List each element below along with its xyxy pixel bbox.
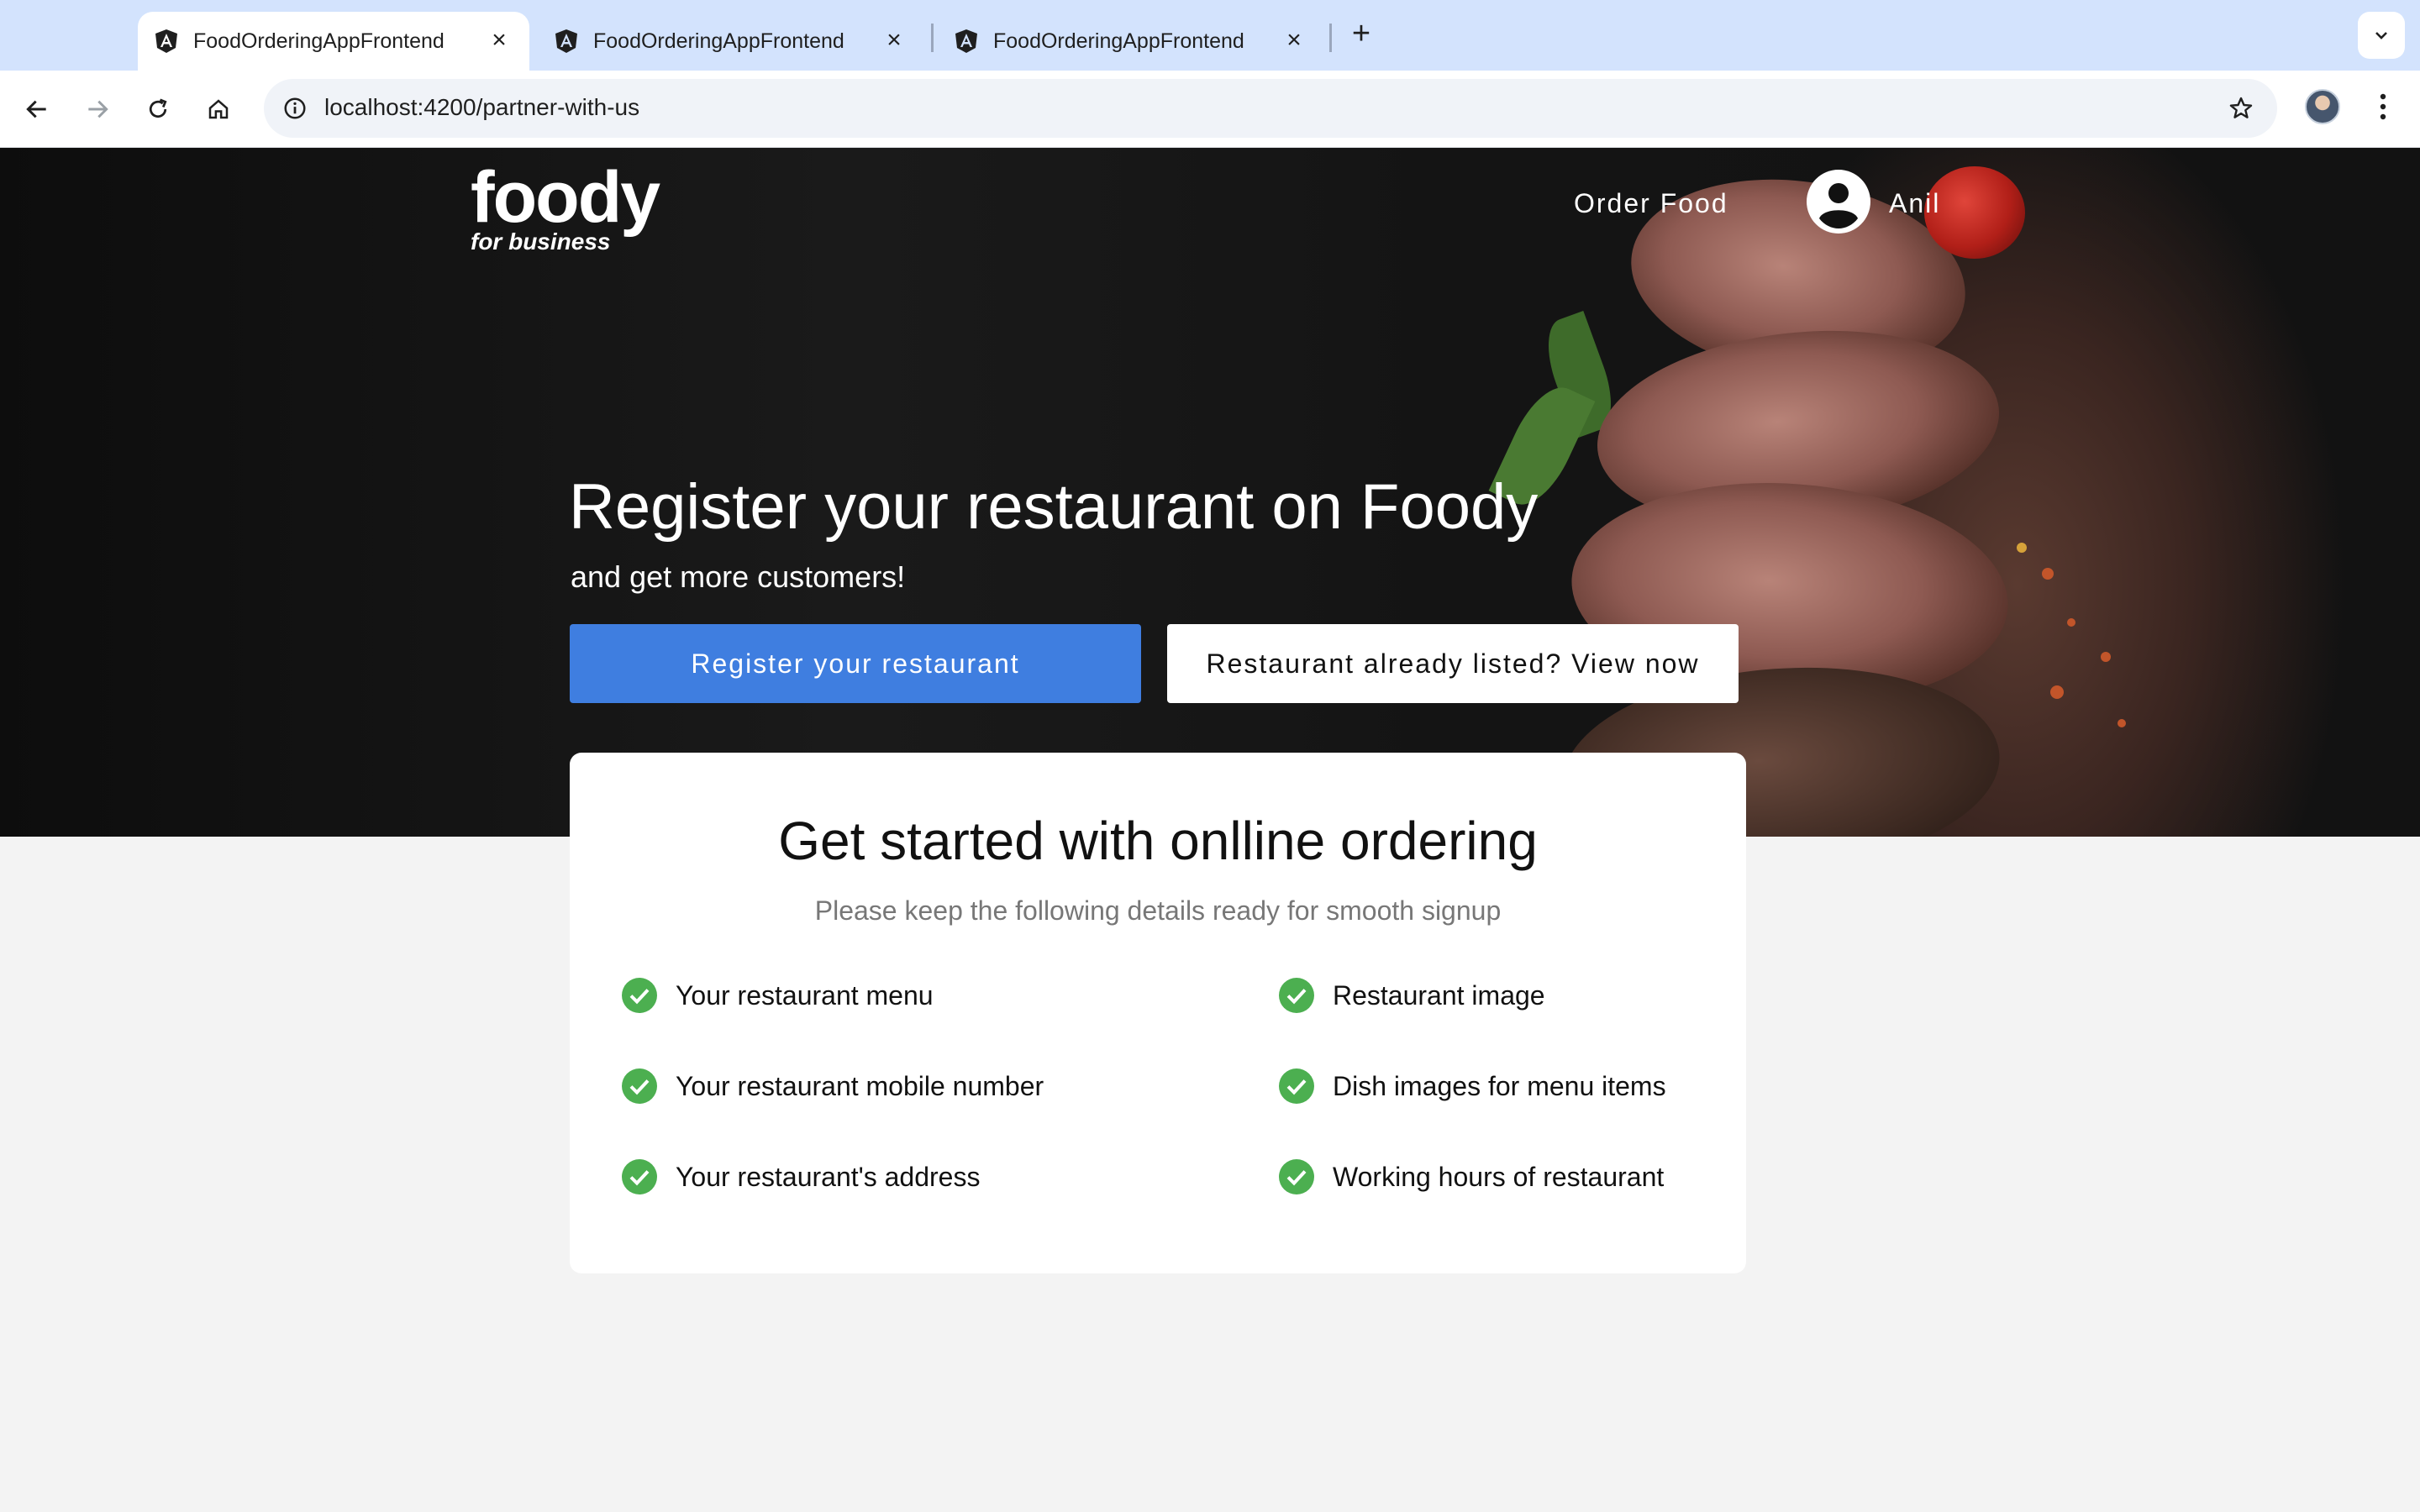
hero-title: Register your restaurant on Foody	[569, 471, 1539, 543]
browser-tabstrip: FoodOrderingAppFrontend × FoodOrderingAp…	[0, 0, 2420, 71]
card-subtitle: Please keep the following details ready …	[814, 895, 1502, 926]
check-circle-icon	[1279, 978, 1314, 1013]
checklist-item: Restaurant image	[1279, 978, 1545, 1013]
checklist-item-label: Your restaurant menu	[676, 979, 934, 1011]
more-vert-icon[interactable]	[2366, 86, 2400, 128]
food-decoration	[2017, 543, 2027, 553]
register-restaurant-button[interactable]: Register your restaurant	[570, 624, 1141, 703]
tab-title: FoodOrderingAppFrontend	[993, 29, 1244, 53]
food-decoration	[2050, 685, 2064, 699]
hero-subtitle: and get more customers!	[571, 559, 906, 594]
checklist-item: Your restaurant mobile number	[622, 1068, 1044, 1104]
chevron-down-icon[interactable]	[2358, 12, 2405, 59]
checklist-item-label: Restaurant image	[1333, 979, 1545, 1011]
card-title: Get started with onlline ordering	[778, 811, 1538, 871]
back-arrow-icon[interactable]	[13, 86, 60, 133]
checklist-item: Your restaurant menu	[622, 978, 934, 1013]
checklist-item: Your restaurant's address	[622, 1159, 980, 1194]
checklist-item-label: Your restaurant's address	[676, 1161, 981, 1192]
home-icon[interactable]	[195, 86, 242, 133]
check-circle-icon	[622, 978, 657, 1013]
browser-tab[interactable]: FoodOrderingAppFrontend ×	[938, 12, 1324, 71]
account-circle-icon[interactable]	[1807, 170, 1870, 234]
checklist-item: Working hours of restaurant	[1279, 1159, 1664, 1194]
foody-logo[interactable]: foody for business	[471, 157, 660, 255]
signup-info-card: Get started with onlline ordering Please…	[570, 753, 1746, 1273]
tab-separator	[931, 24, 934, 52]
star-icon[interactable]	[2222, 89, 2260, 128]
checklist-item-label: Your restaurant mobile number	[676, 1070, 1044, 1101]
browser-toolbar: localhost:4200/partner-with-us	[0, 71, 2420, 148]
info-icon[interactable]	[276, 89, 314, 128]
tab-title: FoodOrderingAppFrontend	[193, 29, 445, 53]
check-circle-icon	[622, 1068, 657, 1104]
checklist-item-label: Dish images for menu items	[1333, 1070, 1666, 1101]
close-icon[interactable]: ×	[879, 25, 909, 55]
logo-text: foody	[471, 157, 660, 238]
food-decoration	[2042, 568, 2054, 580]
close-icon[interactable]: ×	[484, 25, 514, 55]
browser-tab-active[interactable]: FoodOrderingAppFrontend ×	[138, 12, 529, 71]
browser-tab[interactable]: FoodOrderingAppFrontend ×	[538, 12, 924, 71]
angular-icon	[155, 29, 177, 53]
tab-separator	[1329, 24, 1332, 52]
food-decoration	[2067, 618, 2075, 627]
angular-icon	[955, 29, 977, 53]
url-text[interactable]: localhost:4200/partner-with-us	[324, 94, 639, 121]
plus-icon[interactable]: +	[1344, 15, 1378, 52]
angular-icon	[555, 29, 577, 53]
user-name[interactable]: Anil	[1889, 188, 1940, 219]
forward-arrow-icon[interactable]	[74, 86, 121, 133]
order-food-link[interactable]: Order Food	[1574, 188, 1728, 219]
checklist-item-label: Working hours of restaurant	[1333, 1161, 1665, 1192]
profile-avatar[interactable]	[2305, 89, 2340, 124]
view-restaurant-button[interactable]: Restaurant already listed? View now	[1167, 624, 1739, 703]
food-decoration	[2101, 652, 2111, 662]
check-circle-icon	[1279, 1068, 1314, 1104]
address-bar[interactable]: localhost:4200/partner-with-us	[264, 79, 2277, 138]
tab-title: FoodOrderingAppFrontend	[593, 29, 844, 53]
checklist-item: Dish images for menu items	[1279, 1068, 1666, 1104]
food-decoration	[2118, 719, 2126, 727]
check-circle-icon	[1279, 1159, 1314, 1194]
reload-icon[interactable]	[134, 86, 182, 133]
close-icon[interactable]: ×	[1279, 25, 1309, 55]
check-circle-icon	[622, 1159, 657, 1194]
